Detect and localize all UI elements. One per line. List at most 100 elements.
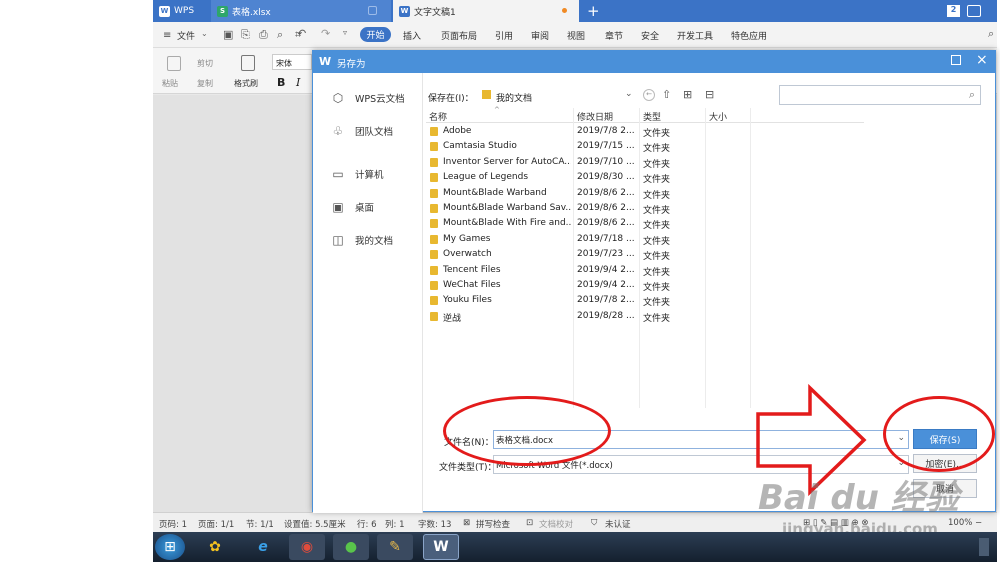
file-date: 2019/7/8 2...: [577, 295, 635, 306]
paste-button[interactable]: 粘贴: [162, 78, 178, 89]
ie-icon[interactable]: e: [245, 534, 281, 560]
folder-icon: [430, 204, 438, 213]
app-360-icon[interactable]: ✿: [197, 534, 233, 560]
save-in-select[interactable]: 我的文档 ⌄: [479, 87, 639, 104]
column-size[interactable]: 大小: [709, 110, 727, 123]
tab-start[interactable]: 开始: [360, 27, 391, 42]
cloud-hexagon-icon: ⬡: [332, 91, 344, 105]
file-row[interactable]: Overwatch 2019/7/23 ... 文件夹: [426, 247, 864, 262]
status-word-count[interactable]: 字数: 13: [418, 518, 451, 530]
file-row[interactable]: Youku Files 2019/7/8 2... 文件夹: [426, 293, 864, 308]
chevron-down-icon[interactable]: ⌄: [201, 29, 208, 38]
up-folder-icon[interactable]: ⇧: [662, 88, 671, 101]
file-name: Camtasia Studio: [443, 141, 517, 152]
file-row[interactable]: Mount&Blade Warband 2019/8/6 2... 文件夹: [426, 186, 864, 201]
user-icon[interactable]: [967, 5, 981, 17]
view-menu-icon[interactable]: ⊟: [705, 88, 714, 101]
file-type: 文件夹: [643, 252, 671, 263]
file-date: 2019/9/4 2...: [577, 264, 635, 275]
sidebar-item-team-docs[interactable]: ♧ 团队文档: [330, 124, 393, 138]
file-row[interactable]: 逆战 2019/8/28 ... 文件夹: [426, 309, 864, 324]
print-preview-icon[interactable]: ⌕: [277, 28, 283, 42]
search-icon[interactable]: ⌕: [988, 27, 994, 41]
search-input[interactable]: ⌕: [779, 85, 981, 105]
hamburger-icon[interactable]: ≡: [163, 30, 171, 41]
column-type[interactable]: 类型: [643, 110, 661, 123]
tab-view[interactable]: 视图: [567, 29, 585, 42]
file-name: My Games: [443, 233, 491, 244]
file-row[interactable]: WeChat Files 2019/9/4 2... 文件夹: [426, 278, 864, 293]
save-icon[interactable]: ▣: [223, 28, 233, 41]
file-row[interactable]: Mount&Blade With Fire and... 2019/8/6 2..…: [426, 216, 864, 231]
sidebar-item-desktop[interactable]: ▣ 桌面: [330, 200, 374, 214]
window-count-badge[interactable]: 2: [947, 5, 960, 17]
tab-references[interactable]: 引用: [495, 29, 513, 42]
export-icon[interactable]: ⎘: [241, 28, 250, 42]
wechat-icon[interactable]: ●: [333, 534, 369, 560]
file-row[interactable]: Adobe 2019/7/8 2... 文件夹: [426, 124, 864, 139]
zoom-level[interactable]: 100%: [948, 518, 972, 528]
tab-special-apps[interactable]: 特色应用: [731, 29, 767, 42]
more-chevron-icon[interactable]: ▿: [343, 28, 347, 37]
paint-icon[interactable]: ✎: [377, 534, 413, 560]
back-icon[interactable]: ←: [643, 89, 655, 101]
save-in-label: 保存在(I)：: [428, 94, 474, 104]
tab-writer-doc[interactable]: W 文字文稿1: [393, 0, 579, 22]
tab-spreadsheet[interactable]: S 表格.xlsx: [211, 0, 391, 22]
baidu-watermark: Bai du 经验: [758, 478, 959, 518]
new-tab-plus-icon[interactable]: +: [587, 2, 600, 20]
tab-security[interactable]: 安全: [641, 29, 659, 42]
italic-button[interactable]: I: [296, 76, 300, 89]
chrome-icon[interactable]: ◉: [289, 534, 325, 560]
format-painter-button[interactable]: 格式刷: [234, 78, 258, 89]
undo-icon[interactable]: ↶: [297, 27, 306, 40]
tab-insert[interactable]: 插入: [403, 29, 421, 42]
show-desktop-button[interactable]: [979, 538, 989, 556]
sidebar-item-wps-cloud[interactable]: ⬡ WPS云文档: [330, 91, 405, 105]
file-type: 文件夹: [643, 221, 671, 232]
maximize-icon[interactable]: [951, 55, 961, 65]
wps-logo-icon: W: [319, 55, 332, 68]
tab-page-layout[interactable]: 页面布局: [441, 29, 477, 42]
column-name[interactable]: 名称: [429, 110, 447, 123]
print-icon[interactable]: ⎙: [259, 28, 268, 42]
file-name: League of Legends: [443, 172, 529, 183]
wps-taskbar-icon[interactable]: W: [423, 534, 459, 560]
tab-wps-home[interactable]: W WPS: [153, 0, 211, 22]
tab-label: 文字文稿1: [414, 7, 456, 18]
sidebar-item-my-documents[interactable]: ◫ 我的文档: [330, 233, 393, 247]
font-name-select[interactable]: 宋体: [272, 54, 312, 70]
paste-icon[interactable]: [167, 56, 181, 71]
file-row[interactable]: League of Legends 2019/8/30 ... 文件夹: [426, 170, 864, 185]
sidebar-item-computer[interactable]: ▭ 计算机: [330, 167, 383, 181]
cut-button[interactable]: 剪切: [197, 58, 213, 69]
tab-review[interactable]: 审阅: [531, 29, 549, 42]
spell-check-button[interactable]: 拼写检查: [476, 518, 510, 530]
file-name: Mount&Blade With Fire and...: [443, 218, 571, 229]
file-row[interactable]: My Games 2019/7/18 ... 文件夹: [426, 232, 864, 247]
column-modified[interactable]: 修改日期: [577, 110, 613, 123]
copy-button[interactable]: 复制: [197, 78, 213, 89]
documents-icon: ◫: [332, 233, 344, 247]
file-row[interactable]: Tencent Files 2019/9/4 2... 文件夹: [426, 263, 864, 278]
proofread-button[interactable]: 文档校对: [539, 518, 573, 530]
auth-status[interactable]: 未认证: [605, 518, 631, 530]
redo-icon[interactable]: ↷: [321, 27, 330, 40]
close-icon[interactable]: ×: [976, 52, 988, 68]
file-date: 2019/9/4 2...: [577, 280, 635, 290]
tab-label: WPS: [174, 6, 195, 16]
tab-developer[interactable]: 开发工具: [677, 29, 713, 42]
zoom-out-icon[interactable]: −: [975, 518, 982, 528]
start-button[interactable]: ⊞: [155, 534, 185, 560]
tab-chapter[interactable]: 章节: [605, 29, 623, 42]
file-row[interactable]: Camtasia Studio 2019/7/15 ... 文件夹: [426, 139, 864, 154]
new-folder-icon[interactable]: ⊞: [683, 88, 692, 101]
save-button[interactable]: 保存(S): [913, 429, 977, 449]
bold-button[interactable]: B: [277, 76, 285, 89]
file-row[interactable]: Mount&Blade Warband Sav... 2019/8/6 2... 文…: [426, 201, 864, 216]
unsaved-dot-icon: [562, 8, 567, 13]
folder-icon: [430, 219, 438, 229]
file-row[interactable]: Inventor Server for AutoCA... 2019/7/10 .…: [426, 155, 864, 170]
format-painter-icon[interactable]: [241, 55, 255, 71]
file-menu[interactable]: 文件: [177, 29, 195, 42]
